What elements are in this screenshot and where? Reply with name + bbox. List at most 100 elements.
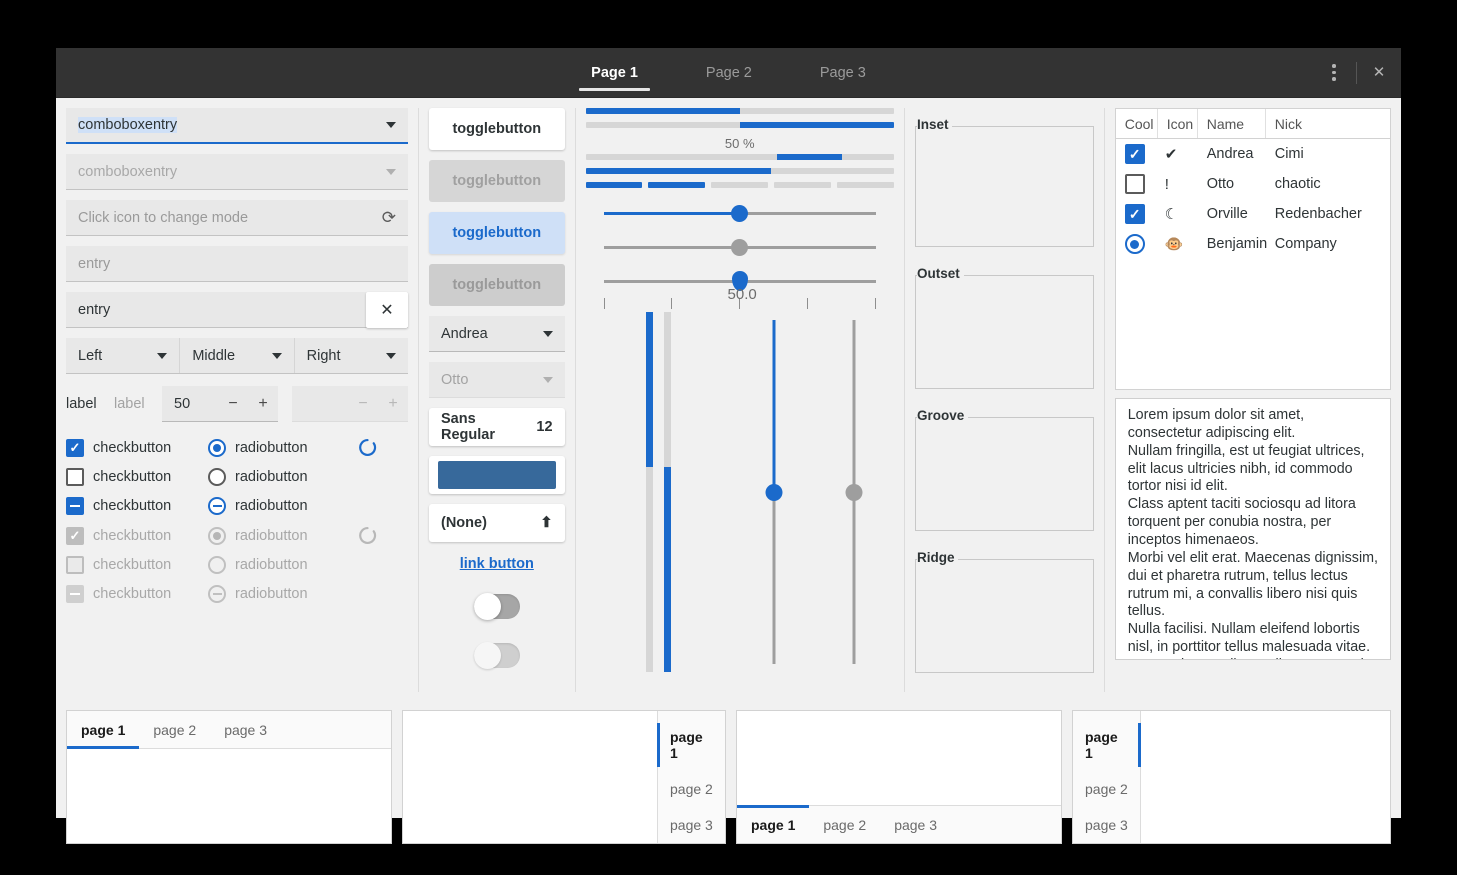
notebook-tab-strip: page 1page 2page 3 [737,805,1061,843]
checkbox-icon[interactable] [66,439,84,457]
column-header-name[interactable]: Name [1198,109,1266,138]
notebook-tab-1[interactable]: page 1 [67,711,139,748]
scale-handle[interactable] [765,484,782,501]
buttons-column: togglebutton togglebutton togglebutton t… [419,98,575,702]
notebook-tab-3[interactable]: page 3 [210,711,281,748]
combo-left[interactable]: Left [66,338,180,373]
header-tab-page-2[interactable]: Page 2 [672,48,786,97]
chevron-down-icon[interactable] [386,122,396,128]
switch-knob [474,593,501,620]
togglebutton-label: togglebutton [452,173,541,189]
notebook-tab-2[interactable]: page 2 [1073,771,1140,807]
radio-icon[interactable] [208,439,226,457]
cell-cool[interactable] [1116,234,1158,254]
header-tab-page-1[interactable]: Page 1 [557,48,672,97]
column-header-cool[interactable]: Cool [1116,109,1158,138]
checkbox-icon[interactable] [66,497,84,515]
spinbutton[interactable]: 50 − + [162,386,278,422]
scale-horizontal[interactable] [586,196,894,230]
notebook-tab-1[interactable]: page 1 [1073,719,1140,771]
mode-entry[interactable]: Click icon to change mode ⟳ [66,200,408,236]
table-row[interactable]: ✔AndreaCimi [1116,139,1390,169]
switch-enabled[interactable] [474,594,520,619]
text-line: rutrum mi, a convallis libero nisi quis [1128,586,1378,604]
progressbar-fill [586,108,740,114]
cell-cool[interactable] [1116,174,1158,194]
radiobutton-row-4: radiobutton [208,527,358,545]
table-row[interactable]: !Ottochaotic [1116,169,1390,199]
spinbutton-decrement[interactable]: − [218,395,248,413]
notebook-tab-2[interactable]: page 2 [809,806,880,843]
radiobutton-label: radiobutton [235,586,308,602]
checkbutton-row-4: checkbutton [66,527,208,545]
notebook-tab-1[interactable]: page 1 [737,806,809,843]
menu-button[interactable] [1312,48,1356,98]
togglebutton-active[interactable]: togglebutton [429,212,565,254]
radiobutton-row-1[interactable]: radiobutton [208,439,358,457]
column-header-nick[interactable]: Nick [1266,109,1390,138]
table-row[interactable]: 🐵BenjaminCompany [1116,229,1390,259]
checkbox-icon[interactable] [66,468,84,486]
row-checkbox-icon[interactable] [1125,204,1145,224]
file-chooser-button[interactable]: (None) ⬆ [429,504,565,542]
chevron-down-icon [386,169,396,175]
header-tab-page-3[interactable]: Page 3 [786,48,900,97]
checkbutton-row-3[interactable]: checkbutton [66,497,208,515]
combo-right[interactable]: Right [295,338,408,373]
radiobutton-row-3[interactable]: radiobutton [208,497,358,515]
spinbutton-disabled-increment: + [378,395,408,413]
column-header-icon[interactable]: Icon [1158,109,1198,138]
clear-icon[interactable]: ✕ [366,292,408,328]
text-line: inceptos himenaeos. [1128,532,1378,550]
close-icon: ✕ [1373,65,1386,80]
radiobutton-label: radiobutton [235,528,308,544]
notebook-tab-3[interactable]: page 3 [658,807,725,843]
notebook-page [403,711,657,843]
radiobutton-row-5: radiobutton [208,556,358,574]
togglebutton-normal[interactable]: togglebutton [429,108,565,150]
spinbutton-row: label label 50 − + − + [66,386,408,422]
entry-empty[interactable]: entry [66,246,408,282]
radiobutton-row-2[interactable]: radiobutton [208,468,358,486]
font-button[interactable]: Sans Regular 12 [429,408,565,446]
header-tab-list: Page 1 Page 2 Page 3 [557,48,900,97]
checkbutton-row-2[interactable]: checkbutton [66,468,208,486]
notebook-tab-2[interactable]: page 2 [658,771,725,807]
entries-column: comboboxentry comboboxentry Click icon t… [56,98,418,702]
table-row[interactable]: ☾OrvilleRedenbacher [1116,199,1390,229]
combobox-names-disabled-value: Otto [441,372,468,388]
radio-icon[interactable] [208,468,226,486]
textview[interactable]: Lorem ipsum dolor sit amet,consectetur a… [1115,398,1391,660]
notebook-tab-3[interactable]: page 3 [880,806,951,843]
spinbutton-increment[interactable]: + [248,395,278,413]
refresh-icon[interactable]: ⟳ [382,208,396,228]
cell-cool[interactable] [1116,204,1158,224]
monkey-icon: 🐵 [1158,235,1198,253]
cell-cool[interactable] [1116,144,1158,164]
notebook-tab-3[interactable]: page 3 [1073,807,1140,843]
checkbutton-row-1[interactable]: checkbutton [66,439,208,457]
scale-handle[interactable] [731,205,748,222]
scale-value-label: 50.0 [728,286,757,303]
notebook-tab-1[interactable]: page 1 [658,719,725,771]
combobox-names[interactable]: Andrea [429,316,565,352]
row-radio-icon[interactable] [1125,234,1145,254]
treeview[interactable]: Cool Icon Name Nick ✔AndreaCimi!Ottochao… [1115,108,1391,390]
comboboxentry-focused[interactable]: comboboxentry [66,108,408,144]
progressbar-segmented [586,182,894,188]
frame-inset: Inset [915,108,1094,247]
row-checkbox-icon[interactable] [1125,144,1145,164]
notebook-tab-2[interactable]: page 2 [139,711,210,748]
entry-value: entry [78,302,110,318]
close-button[interactable]: ✕ [1357,48,1401,98]
combo-middle[interactable]: Middle [180,338,294,373]
tick-mark [807,298,808,309]
progressbar-fill [586,168,771,174]
scale-vertical[interactable] [734,312,814,672]
radio-icon [208,556,226,574]
color-button[interactable] [429,456,565,494]
entry-filled[interactable]: entry ✕ [66,292,408,328]
row-checkbox-icon[interactable] [1125,174,1145,194]
radio-icon[interactable] [208,497,226,515]
link-button[interactable]: link button [429,556,565,572]
